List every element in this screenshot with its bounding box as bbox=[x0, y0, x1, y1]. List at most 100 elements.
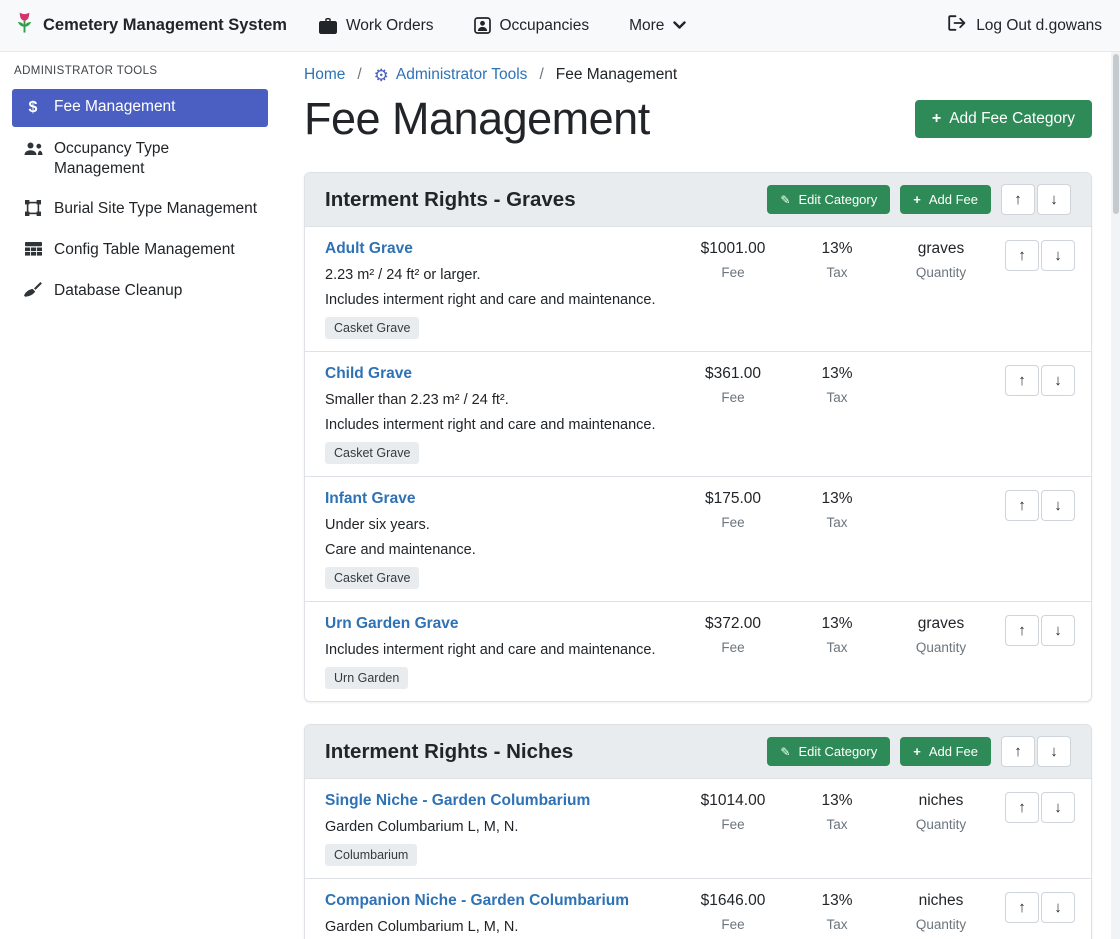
quantity-label: Quantity bbox=[891, 917, 991, 932]
add-fee-button[interactable]: + Add Fee bbox=[900, 737, 991, 766]
move-fee-down-button[interactable]: ↓ bbox=[1041, 240, 1075, 271]
fee-row: Single Niche - Garden Columbarium Garden… bbox=[305, 778, 1091, 878]
fee-description: Garden Columbarium L, M, N. bbox=[325, 919, 671, 935]
fee-amount-col: $1646.00 Fee bbox=[683, 892, 783, 932]
fee-name-link[interactable]: Child Grave bbox=[325, 365, 412, 383]
fee-amount-value: $372.00 bbox=[683, 615, 783, 633]
breadcrumb-admin-tools-link[interactable]: Administrator Tools bbox=[396, 66, 528, 84]
logout-button[interactable]: Log Out d.gowans bbox=[948, 15, 1102, 36]
nav-item-occupancies[interactable]: Occupancies bbox=[474, 17, 590, 35]
fee-reorder-controls: ↑ ↓ bbox=[1005, 892, 1075, 923]
scrollbar-thumb[interactable] bbox=[1113, 54, 1119, 214]
sidebar-item-label: Database Cleanup bbox=[54, 281, 182, 301]
tax-value: 13% bbox=[787, 892, 887, 910]
sidebar-item-burial-site-type-management[interactable]: Burial Site Type Management bbox=[12, 191, 268, 228]
tax-col: 13% Tax bbox=[787, 365, 887, 405]
move-category-up-button[interactable]: ↑ bbox=[1001, 736, 1035, 767]
fee-info: Child Grave Smaller than 2.23 m² / 24 ft… bbox=[325, 365, 679, 464]
sidebar-item-occupancy-type-management[interactable]: Occupancy Type Management bbox=[12, 131, 268, 187]
quantity-col: graves Quantity bbox=[891, 240, 991, 280]
move-fee-down-button[interactable]: ↓ bbox=[1041, 365, 1075, 396]
fee-name-link[interactable]: Companion Niche - Garden Columbarium bbox=[325, 892, 629, 910]
fee-amount-value: $361.00 bbox=[683, 365, 783, 383]
sidebar-item-fee-management[interactable]: $ Fee Management bbox=[12, 89, 268, 127]
fee-description: Garden Columbarium L, M, N. bbox=[325, 819, 671, 835]
fee-description: Care and maintenance. bbox=[325, 542, 671, 558]
move-fee-down-button[interactable]: ↓ bbox=[1041, 792, 1075, 823]
fee-name-link[interactable]: Single Niche - Garden Columbarium bbox=[325, 792, 590, 810]
edit-category-button[interactable]: ✎ Edit Category bbox=[767, 185, 890, 214]
sidebar-item-database-cleanup[interactable]: Database Cleanup bbox=[12, 273, 268, 310]
move-fee-down-button[interactable]: ↓ bbox=[1041, 892, 1075, 923]
sidebar-item-label: Config Table Management bbox=[54, 240, 235, 260]
tax-value: 13% bbox=[787, 615, 887, 633]
tax-col: 13% Tax bbox=[787, 792, 887, 832]
breadcrumb-home-link[interactable]: Home bbox=[304, 66, 345, 84]
quantity-col: graves Quantity bbox=[891, 615, 991, 655]
fee-description: Includes interment right and care and ma… bbox=[325, 292, 671, 308]
move-category-down-button[interactable]: ↓ bbox=[1037, 736, 1071, 767]
fee-amount-label: Fee bbox=[683, 817, 783, 832]
fee-category-card: Interment Rights - Niches ✎ Edit Categor… bbox=[304, 724, 1092, 939]
move-fee-up-button[interactable]: ↑ bbox=[1005, 490, 1039, 521]
tax-label: Tax bbox=[787, 817, 887, 832]
fee-description: Includes interment right and care and ma… bbox=[325, 417, 671, 433]
fee-row: Infant Grave Under six years. Care and m… bbox=[305, 476, 1091, 601]
fee-name-link[interactable]: Urn Garden Grave bbox=[325, 615, 459, 633]
nav-item-more[interactable]: More bbox=[629, 17, 686, 35]
fee-description: 2.23 m² / 24 ft² or larger. bbox=[325, 267, 671, 283]
vertical-scrollbar[interactable] bbox=[1111, 52, 1120, 939]
move-category-down-button[interactable]: ↓ bbox=[1037, 184, 1071, 215]
move-fee-down-button[interactable]: ↓ bbox=[1041, 490, 1075, 521]
add-fee-label: Add Fee bbox=[929, 744, 978, 759]
navbar-links: Work Orders Occupancies More bbox=[319, 17, 687, 35]
fee-amount-label: Fee bbox=[683, 265, 783, 280]
fee-amount-value: $175.00 bbox=[683, 490, 783, 508]
nav-item-work-orders[interactable]: Work Orders bbox=[319, 17, 434, 35]
quantity-label: Quantity bbox=[891, 265, 991, 280]
fee-info: Infant Grave Under six years. Care and m… bbox=[325, 490, 679, 589]
move-fee-up-button[interactable]: ↑ bbox=[1005, 792, 1039, 823]
fee-name-link[interactable]: Infant Grave bbox=[325, 490, 415, 508]
fee-amount-col: $361.00 Fee bbox=[683, 365, 783, 405]
dollar-icon: $ bbox=[22, 98, 44, 119]
add-fee-category-button[interactable]: + Add Fee Category bbox=[915, 100, 1092, 138]
fee-info: Single Niche - Garden Columbarium Garden… bbox=[325, 792, 679, 866]
quantity-value: graves bbox=[891, 240, 991, 258]
fee-name-link[interactable]: Adult Grave bbox=[325, 240, 413, 258]
edit-category-button[interactable]: ✎ Edit Category bbox=[767, 737, 890, 766]
broom-icon bbox=[22, 282, 44, 302]
app-brand[interactable]: Cemetery Management System bbox=[14, 10, 287, 41]
fee-amount-col: $175.00 Fee bbox=[683, 490, 783, 530]
breadcrumb-separator: / bbox=[539, 66, 543, 84]
people-icon bbox=[22, 140, 44, 160]
move-fee-up-button[interactable]: ↑ bbox=[1005, 240, 1039, 271]
fee-reorder-controls: ↑ ↓ bbox=[1005, 792, 1075, 823]
fee-row: Urn Garden Grave Includes interment righ… bbox=[305, 601, 1091, 701]
add-fee-button[interactable]: + Add Fee bbox=[900, 185, 991, 214]
fee-info: Urn Garden Grave Includes interment righ… bbox=[325, 615, 679, 689]
tax-value: 13% bbox=[787, 490, 887, 508]
move-fee-up-button[interactable]: ↑ bbox=[1005, 615, 1039, 646]
fee-type-tag: Casket Grave bbox=[325, 442, 419, 464]
category-header: Interment Rights - Niches ✎ Edit Categor… bbox=[305, 725, 1091, 778]
move-category-up-button[interactable]: ↑ bbox=[1001, 184, 1035, 215]
move-fee-down-button[interactable]: ↓ bbox=[1041, 615, 1075, 646]
tax-label: Tax bbox=[787, 917, 887, 932]
gear-icon: ⚙ bbox=[374, 67, 389, 84]
fee-reorder-controls: ↑ ↓ bbox=[1005, 365, 1075, 396]
category-reorder-controls: ↑ ↓ bbox=[1001, 184, 1071, 215]
admin-sidebar: Administrator Tools $ Fee Management Occ… bbox=[0, 52, 280, 939]
plus-icon: + bbox=[913, 745, 921, 758]
category-header: Interment Rights - Graves ✎ Edit Categor… bbox=[305, 173, 1091, 226]
fee-description: Under six years. bbox=[325, 517, 671, 533]
page-title: Fee Management bbox=[304, 93, 650, 145]
fee-amount-label: Fee bbox=[683, 917, 783, 932]
fee-amount-col: $1001.00 Fee bbox=[683, 240, 783, 280]
sidebar-item-config-table-management[interactable]: Config Table Management bbox=[12, 232, 268, 269]
plus-icon: + bbox=[913, 193, 921, 206]
occupancies-icon bbox=[474, 17, 491, 34]
move-fee-up-button[interactable]: ↑ bbox=[1005, 892, 1039, 923]
fee-type-tag: Columbarium bbox=[325, 844, 417, 866]
move-fee-up-button[interactable]: ↑ bbox=[1005, 365, 1039, 396]
